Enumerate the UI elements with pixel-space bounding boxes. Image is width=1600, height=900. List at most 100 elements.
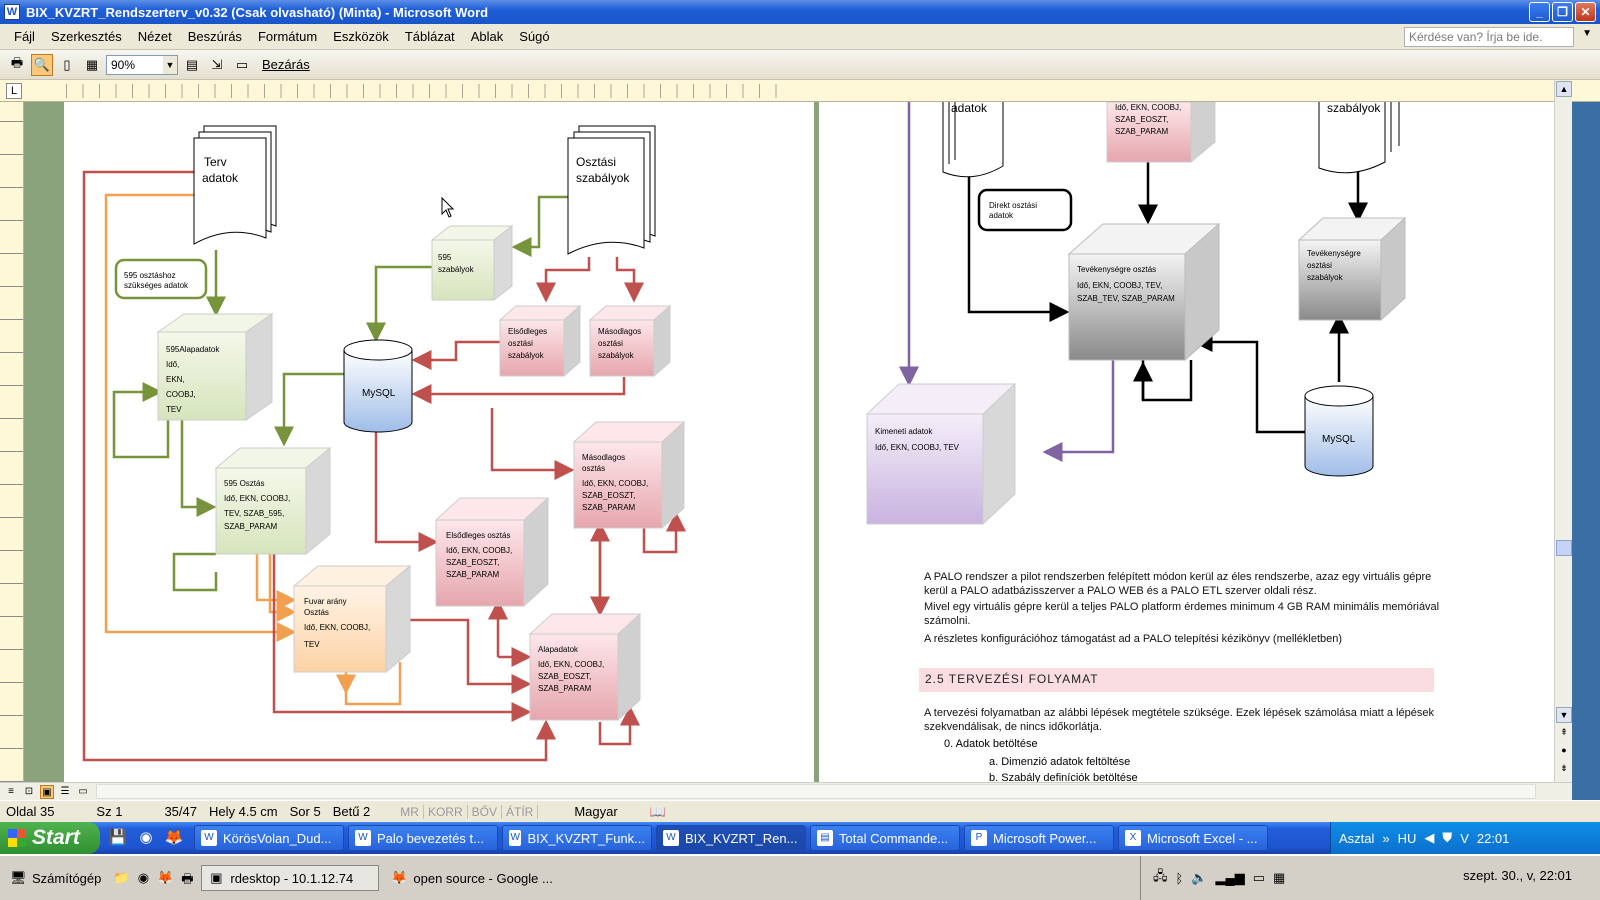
menu-bar: Fájl Szerkesztés Nézet Beszúrás Formátum… [0, 24, 1600, 50]
zoom-select[interactable]: 90% ▼ [106, 54, 178, 75]
status-column: Betű 2 [332, 804, 371, 819]
horizontal-ruler[interactable]: L [0, 80, 1600, 102]
status-track-changes[interactable]: KORR [424, 804, 468, 819]
status-macro-record[interactable]: MR [396, 804, 424, 819]
scroll-down-icon[interactable]: ▼ [1556, 707, 1572, 723]
next-page-icon[interactable]: ⇟ [1556, 761, 1572, 777]
output-data-cube: Kimeneti adatok Idő, EKN, COOBJ, TEV [865, 382, 1017, 526]
menu-view[interactable]: Nézet [130, 29, 180, 44]
menu-help[interactable]: Súgó [511, 29, 557, 44]
close-window-button[interactable]: ✕ [1575, 2, 1596, 22]
menu-format[interactable]: Formátum [250, 29, 325, 44]
menu-window[interactable]: Ablak [463, 29, 512, 44]
firefox-icon: 🦊 [391, 870, 408, 885]
view-ruler-icon[interactable]: ▤ [181, 54, 203, 76]
menu-table[interactable]: Táblázat [397, 29, 463, 44]
horizontal-scroll-track[interactable] [96, 784, 1536, 799]
media-icon[interactable]: ◉ [135, 870, 151, 886]
start-button[interactable]: Start [0, 822, 100, 854]
browse-object-icon[interactable]: ● [1556, 743, 1572, 759]
print-icon[interactable]: 🖶 [6, 54, 28, 76]
workspace-icon[interactable]: ▦ [1273, 870, 1285, 886]
horizontal-scrollbar[interactable]: ≡ ⊡ ▣ ☰ ▭ [0, 782, 1572, 800]
task-powerpoint[interactable]: P Microsoft Power... [964, 825, 1114, 851]
vertical-ruler[interactable] [0, 102, 24, 782]
scroll-up-icon[interactable]: ▲ [1556, 81, 1572, 97]
print-preview-toolbar: 🖶 🔍 ▯ ▦ 90% ▼ ▤ ⇲ ▭ Bezárás [0, 50, 1600, 80]
menu-file[interactable]: Fájl [6, 29, 43, 44]
task-korosvolan[interactable]: W KörösVolan_Dud... [194, 825, 344, 851]
magnifier-icon[interactable]: 🔍 [31, 53, 53, 76]
firefox-icon[interactable]: 🦊 [162, 826, 186, 850]
firefox-icon[interactable]: 🦊 [157, 870, 173, 886]
media-player-icon[interactable]: ◉ [134, 826, 158, 850]
status-extend[interactable]: BŐV [468, 804, 502, 819]
language-indicator[interactable]: HU [1398, 831, 1417, 846]
outline-view-icon[interactable]: ☰ [58, 785, 72, 799]
paragraph-config: A részletes konfigurációhoz támogatást a… [924, 633, 1343, 645]
direct-allocation-note [977, 188, 1073, 232]
help-dropdown-icon[interactable]: ▼ [1582, 28, 1592, 39]
menu-edit[interactable]: Szerkesztés [43, 29, 130, 44]
scroll-thumb[interactable] [1556, 540, 1572, 556]
status-overtype[interactable]: ÁTÍR [502, 804, 539, 819]
web-view-icon[interactable]: ⊡ [22, 785, 36, 799]
host-taskbar: 🖥 Számítógép 📁 ◉ 🦊 🖶 ▣ rdesktop - 10.1.12.… [0, 854, 1600, 900]
minimize-button[interactable]: _ [1529, 2, 1550, 22]
printer-icon[interactable]: 🖶 [179, 870, 195, 886]
shrink-to-fit-icon[interactable]: ⇲ [206, 54, 228, 76]
quick-launch: 💾 ◉ 🦊 [100, 826, 192, 850]
task-bix-funk[interactable]: W BIX_KVZRT_Funk... [502, 825, 652, 851]
expand-icon[interactable]: » [1382, 831, 1389, 846]
list-item-0: 0. Adatok betöltése [944, 738, 1038, 750]
page-36[interactable]: adatok Idő, EKN, COOBJ, SZAB_EOSZT, SZAB_P… [819, 102, 1554, 782]
prev-page-icon[interactable]: ⇞ [1556, 725, 1572, 741]
mouse-cursor-icon [441, 196, 455, 218]
folder-icon[interactable]: 📁 [113, 870, 129, 886]
paragraph-palo-deployment: A PALO rendszer a pilot rendszerben felé… [924, 571, 1432, 597]
menu-tools[interactable]: Eszközök [325, 29, 397, 44]
signal-icon[interactable]: ▂▄▆ [1216, 870, 1245, 886]
status-position: Hely 4.5 cm [208, 804, 278, 819]
list-item-a: a. Dimenzió adatok feltöltése [989, 756, 1131, 768]
status-language[interactable]: Magyar [568, 804, 623, 819]
computer-icon: 🖥 [10, 870, 27, 885]
task-rdesktop[interactable]: ▣ rdesktop - 10.1.12.74 [201, 865, 380, 891]
system-tray: Asztal » HU ◀ ⛊ V 22:01 [1330, 822, 1600, 854]
list-item-b: b. Szabály definíciók betöltése [989, 772, 1138, 782]
computer-menu[interactable]: 🖥 Számítógép [4, 865, 107, 891]
floppy-icon: ▤ [817, 830, 833, 846]
tab-selector-icon[interactable]: L [6, 83, 22, 99]
print-view-icon[interactable]: ▣ [40, 784, 54, 799]
normal-view-icon[interactable]: ≡ [4, 785, 18, 799]
antivirus-icon[interactable]: ⛊ [1442, 830, 1452, 846]
task-bix-ren[interactable]: W BIX_KVZRT_Ren... [656, 825, 806, 851]
battery-icon[interactable]: ▭ [1253, 870, 1265, 886]
page-35[interactable]: Terv adatok Osztási szabályok 595 osztásho… [64, 102, 814, 782]
plan-data-document: Terv adatok [193, 125, 277, 245]
task-total-commander[interactable]: ▤ Total Commande... [810, 825, 960, 851]
bluetooth-icon[interactable]: ᛒ [1176, 871, 1184, 886]
task-browser[interactable]: 🦊 open source - Google ... [385, 865, 558, 891]
close-preview-button[interactable]: Bezárás [256, 57, 316, 72]
maximize-button[interactable]: ❐ [1552, 2, 1573, 22]
vertical-scrollbar[interactable]: ▲ ▼ ⇞ ● ⇟ [1554, 80, 1572, 782]
network-icon[interactable]: 🖧 [1153, 867, 1168, 889]
desktop-toolbar-label[interactable]: Asztal [1339, 831, 1374, 846]
full-screen-icon[interactable]: ▭ [231, 54, 253, 76]
task-palo[interactable]: W Palo bevezetés t... [348, 825, 498, 851]
reading-view-icon[interactable]: ▭ [76, 785, 90, 799]
task-excel[interactable]: X Microsoft Excel - ... [1118, 825, 1268, 851]
multiple-pages-icon[interactable]: ▦ [81, 54, 103, 76]
one-page-icon[interactable]: ▯ [56, 54, 78, 76]
volume-icon[interactable]: 🔈 [1191, 870, 1207, 886]
vc-icon[interactable]: V [1460, 831, 1469, 846]
spelling-check-icon[interactable]: 📖 [644, 804, 672, 820]
document-area: Terv adatok Osztási szabályok 595 osztásho… [24, 102, 1554, 782]
help-search-input[interactable]: Kérdése van? Írja be ide. [1404, 27, 1574, 47]
clock: 22:01 [1476, 830, 1510, 846]
menu-insert[interactable]: Beszúrás [180, 29, 250, 44]
back-arrow-icon[interactable]: ◀ [1424, 830, 1434, 846]
save-disk-icon[interactable]: 💾 [106, 826, 130, 850]
label-terv-adatok-1: Terv [204, 155, 227, 169]
